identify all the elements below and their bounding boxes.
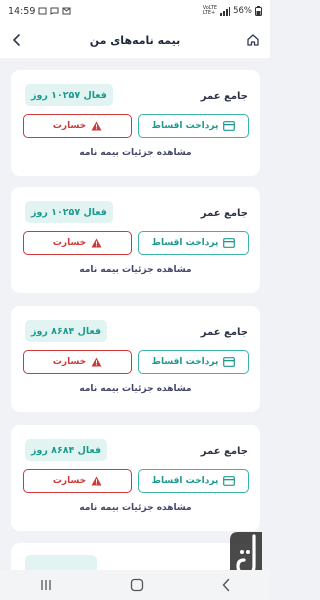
- claim-button[interactable]: خسارت: [23, 231, 132, 255]
- nav-home-icon[interactable]: [130, 578, 144, 592]
- pay-installments-button[interactable]: پرداخت اقساط: [138, 350, 249, 374]
- page-title: بیمه نامه‌های من: [89, 33, 181, 47]
- policy-name: جامع عمر: [200, 91, 248, 102]
- policy-name: جامع عمر: [200, 208, 248, 219]
- chevron-left-icon: [13, 34, 20, 46]
- home-button[interactable]: [244, 31, 262, 49]
- notification-icon: [38, 7, 47, 15]
- card-icon: [223, 238, 236, 248]
- policy-card: فعال ۸۶۸۴ روز جامع عمر خسارت پرداخت اقسا…: [11, 306, 260, 412]
- back-button[interactable]: [8, 31, 26, 49]
- pay-button-label: پرداخت اقساط: [151, 357, 219, 367]
- mail-icon: [62, 7, 71, 15]
- policy-details-link[interactable]: مشاهده جزئیات بیمه نامه: [11, 265, 260, 275]
- card-icon: [223, 121, 236, 131]
- policy-card: فعال ۱۰۲۵۷ روز جامع عمر خسارت پرداخت اقس…: [11, 70, 260, 176]
- claim-button[interactable]: خسارت: [23, 350, 132, 374]
- warning-icon: [91, 121, 102, 131]
- home-icon: [247, 34, 259, 46]
- status-bar: 14:59 VoLTE LTE+ 56%: [0, 0, 270, 22]
- pay-installments-button[interactable]: پرداخت اقساط: [138, 114, 249, 138]
- status-badge: فعال ۱۰۲۵۷ روز: [25, 201, 113, 223]
- pay-installments-button[interactable]: پرداخت اقساط: [138, 231, 249, 255]
- app-bar: بیمه نامه‌های من: [0, 22, 270, 58]
- card-icon: [223, 357, 236, 367]
- warning-icon: [91, 238, 102, 248]
- system-nav-bar: [0, 570, 270, 600]
- status-badge: فعال ۸۶۸۴ روز: [25, 320, 108, 342]
- status-time: 14:59: [8, 5, 36, 17]
- recents-icon[interactable]: [39, 579, 53, 591]
- pay-button-label: پرداخت اقساط: [151, 121, 219, 131]
- message-icon: [50, 7, 59, 15]
- nav-back-icon[interactable]: [221, 578, 231, 592]
- claim-button[interactable]: خسارت: [23, 114, 132, 138]
- policy-card: فعال ۸۶۸۴ روز جامع عمر خسارت پرداخت اقسا…: [11, 425, 260, 531]
- pay-button-label: پرداخت اقساط: [151, 476, 219, 486]
- signal-icon: [220, 6, 231, 16]
- card-icon: [223, 476, 236, 486]
- policy-details-link[interactable]: مشاهده جزئیات بیمه نامه: [11, 384, 260, 394]
- warning-icon: [91, 476, 102, 486]
- claim-button-label: خسارت: [52, 238, 87, 248]
- pay-installments-button[interactable]: پرداخت اقساط: [138, 469, 249, 493]
- policy-details-link[interactable]: مشاهده جزئیات بیمه نامه: [11, 503, 260, 513]
- warning-icon: [91, 357, 102, 367]
- status-badge: فعال ۱۰۲۵۷ روز: [25, 84, 113, 106]
- network-label-lte: LTE+: [202, 10, 216, 16]
- claim-button-label: خسارت: [52, 121, 87, 131]
- policy-name: جامع عمر: [200, 446, 248, 457]
- battery-icon: [255, 6, 262, 16]
- pay-button-label: پرداخت اقساط: [151, 238, 219, 248]
- claim-button[interactable]: خسارت: [23, 469, 132, 493]
- status-badge: فعال ۸۶۸۴ روز: [25, 439, 108, 461]
- policy-card: فعال ۱۰۲۵۷ روز جامع عمر خسارت پرداخت اقس…: [11, 187, 260, 293]
- battery-percent: 56%: [233, 6, 252, 16]
- claim-button-label: خسارت: [52, 476, 87, 486]
- policy-name: جامع عمر: [200, 327, 248, 338]
- policy-details-link[interactable]: مشاهده جزئیات بیمه نامه: [11, 148, 260, 158]
- claim-button-label: خسارت: [52, 357, 87, 367]
